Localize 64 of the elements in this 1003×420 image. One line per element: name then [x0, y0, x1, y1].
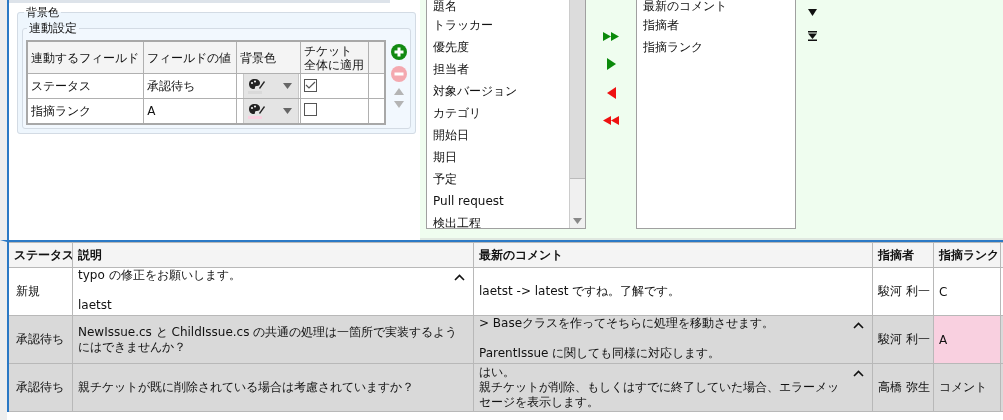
list-item[interactable]: トラッカー	[427, 14, 569, 36]
list-item[interactable]: 開始日	[427, 124, 569, 146]
list-item[interactable]: 最新のコメント	[637, 0, 795, 14]
table-cell: 高橋 弥生	[872, 363, 934, 412]
add-button[interactable]	[606, 58, 616, 70]
table-cell: ステータス	[27, 73, 144, 99]
cell-text: laetst -> latest ですね。了解です。	[479, 284, 681, 298]
table-cell: 承認待ち	[8, 363, 73, 412]
cell-text: NewIssue.cs と ChildIssue.cs の共通の処理は一箇所で実装するようにはできませんか？	[78, 324, 458, 354]
column-header: チケット 全体に適用	[303, 43, 365, 72]
table-cell: C	[933, 267, 1001, 316]
list-item[interactable]: カテゴリ	[427, 102, 569, 124]
column-header: 指摘ランク	[933, 242, 1001, 268]
group-title: 背景色	[25, 5, 60, 20]
palette-icon	[247, 103, 265, 115]
table-cell: 駿河 利一	[872, 267, 934, 316]
column-header: フィールドの値	[147, 50, 233, 65]
list-item[interactable]: Pull request	[427, 190, 569, 212]
table-cell: 駿河 利一	[872, 315, 934, 364]
scrollbar[interactable]	[569, 0, 585, 228]
cell-text: はい。	[479, 365, 515, 379]
list-item[interactable]: 予定	[427, 168, 569, 190]
cell-text: 親チケットが既に削除されている場合は考慮されていますか？	[78, 380, 414, 394]
add-all-button[interactable]	[603, 32, 619, 41]
remove-button[interactable]	[606, 87, 616, 99]
scroll-down-arrow-icon[interactable]	[573, 218, 582, 224]
list-item[interactable]: 題名	[427, 0, 569, 14]
group-title: 連動設定	[28, 20, 78, 37]
list-item[interactable]: 指摘者	[637, 14, 795, 36]
dropdown-arrow-icon	[282, 108, 292, 114]
column-header: 背景色	[239, 50, 277, 65]
table-cell: コメント	[933, 363, 1001, 412]
cell-text: > Baseクラスを作ってそちらに処理を移動させます。	[479, 316, 775, 330]
list-item[interactable]: 優先度	[427, 36, 569, 58]
cell-text: 親チケットが削除、もしくはすでに終了していた場合、エラーメッセージを表示します。	[479, 380, 839, 409]
table-cell: 新規	[8, 267, 73, 316]
list-item[interactable]: 検出工程	[427, 212, 569, 228]
collapse-icon[interactable]	[853, 322, 864, 329]
color-picker[interactable]	[242, 99, 299, 123]
add-button[interactable]	[391, 44, 407, 60]
checkbox[interactable]	[303, 103, 317, 116]
table-cell: 承認待ち	[8, 315, 73, 364]
palette-icon	[247, 78, 265, 90]
collapse-icon[interactable]	[454, 274, 465, 281]
table-cell: A	[933, 315, 1001, 364]
cell-text: ParentIssue に関しても同様に対応します。	[479, 346, 721, 360]
list-item[interactable]: 担当者	[427, 58, 569, 80]
remove-all-button[interactable]	[603, 116, 619, 125]
cell-text: typo の修正をお願いします。	[78, 268, 241, 282]
move-down-button[interactable]	[808, 9, 817, 16]
move-to-bottom-button[interactable]	[808, 31, 817, 41]
color-picker[interactable]	[242, 74, 299, 98]
dropdown-arrow-icon	[282, 83, 292, 89]
cell-text: laetst	[78, 298, 112, 312]
list-item[interactable]: 指摘ランク	[637, 36, 795, 58]
column-header: 連動するフィールド	[31, 50, 140, 65]
table-cell: 承認待ち	[143, 73, 237, 99]
checkbox[interactable]	[303, 79, 317, 92]
list-item[interactable]: 期日	[427, 146, 569, 168]
column-header: 指摘者	[872, 242, 934, 268]
column-header: 説明	[72, 242, 474, 268]
column-header: 最新のコメント	[473, 242, 873, 268]
list-item[interactable]: 対象バージョン	[427, 80, 569, 102]
collapse-icon[interactable]	[853, 370, 864, 377]
